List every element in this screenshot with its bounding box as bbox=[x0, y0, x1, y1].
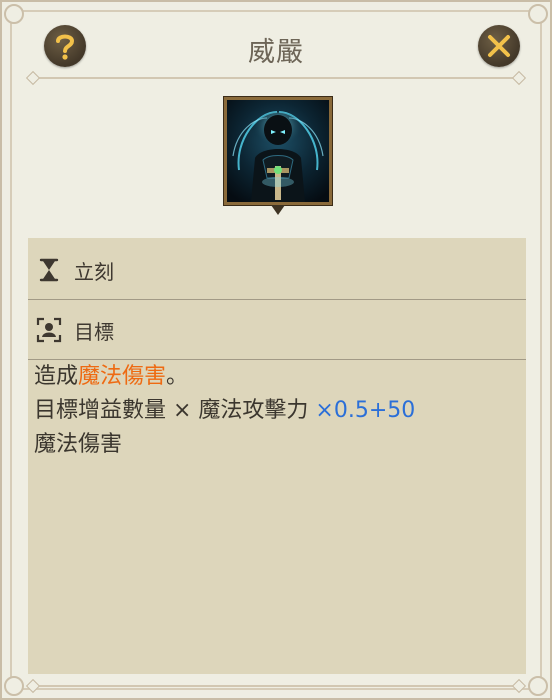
target-row: 目標 bbox=[28, 300, 526, 360]
target-person-icon bbox=[36, 317, 62, 343]
divider-ornament bbox=[511, 70, 527, 86]
description-text: 。 bbox=[166, 364, 189, 389]
dark-armored-figure-skill-icon bbox=[227, 100, 329, 202]
description-text: 魔法傷害 bbox=[34, 432, 123, 457]
hourglass-icon bbox=[36, 257, 62, 283]
close-button[interactable] bbox=[478, 25, 520, 67]
header-divider bbox=[32, 77, 520, 79]
divider-ornament bbox=[511, 678, 527, 694]
close-x-icon bbox=[488, 35, 510, 57]
skill-description: 造成魔法傷害。 目標增益數量 × 魔法攻擊力 ×0.5+50 魔法傷害 bbox=[34, 360, 516, 462]
description-text: 造成 bbox=[34, 364, 79, 389]
skill-icon bbox=[224, 97, 332, 205]
footer-divider bbox=[32, 685, 520, 687]
damage-coefficient: ×0.5+50 bbox=[315, 398, 416, 423]
description-line-1: 造成魔法傷害。 bbox=[34, 360, 516, 394]
skill-title: 威嚴 bbox=[248, 37, 304, 68]
damage-type-highlight: 魔法傷害 bbox=[78, 364, 167, 389]
frame-corner-ornament bbox=[4, 676, 24, 696]
target-label: 目標 bbox=[74, 319, 114, 344]
frame-corner-ornament bbox=[4, 4, 24, 24]
frame-corner-ornament bbox=[528, 4, 548, 24]
cast-time-row: 立刻 bbox=[28, 240, 526, 300]
divider-ornament bbox=[25, 70, 41, 86]
skill-icon-pointer bbox=[271, 205, 285, 215]
skill-info-box: 立刻 目標 造成魔法傷害。 目標增益數量 × 魔法攻擊力 ×0.5+50 魔法傷… bbox=[28, 238, 526, 674]
divider-ornament bbox=[25, 678, 41, 694]
description-text: 目標增益數量 × 魔法攻擊力 bbox=[34, 398, 316, 423]
description-line-2: 目標增益數量 × 魔法攻擊力 ×0.5+50 bbox=[34, 394, 516, 428]
cast-time-label: 立刻 bbox=[74, 259, 114, 284]
frame-corner-ornament bbox=[528, 676, 548, 696]
skill-detail-panel: 威嚴 立刻 目標 造成魔法傷害。 目標增益數量 × 魔法攻擊力 ×0.5+50 … bbox=[0, 0, 552, 700]
description-line-3: 魔法傷害 bbox=[34, 428, 516, 462]
